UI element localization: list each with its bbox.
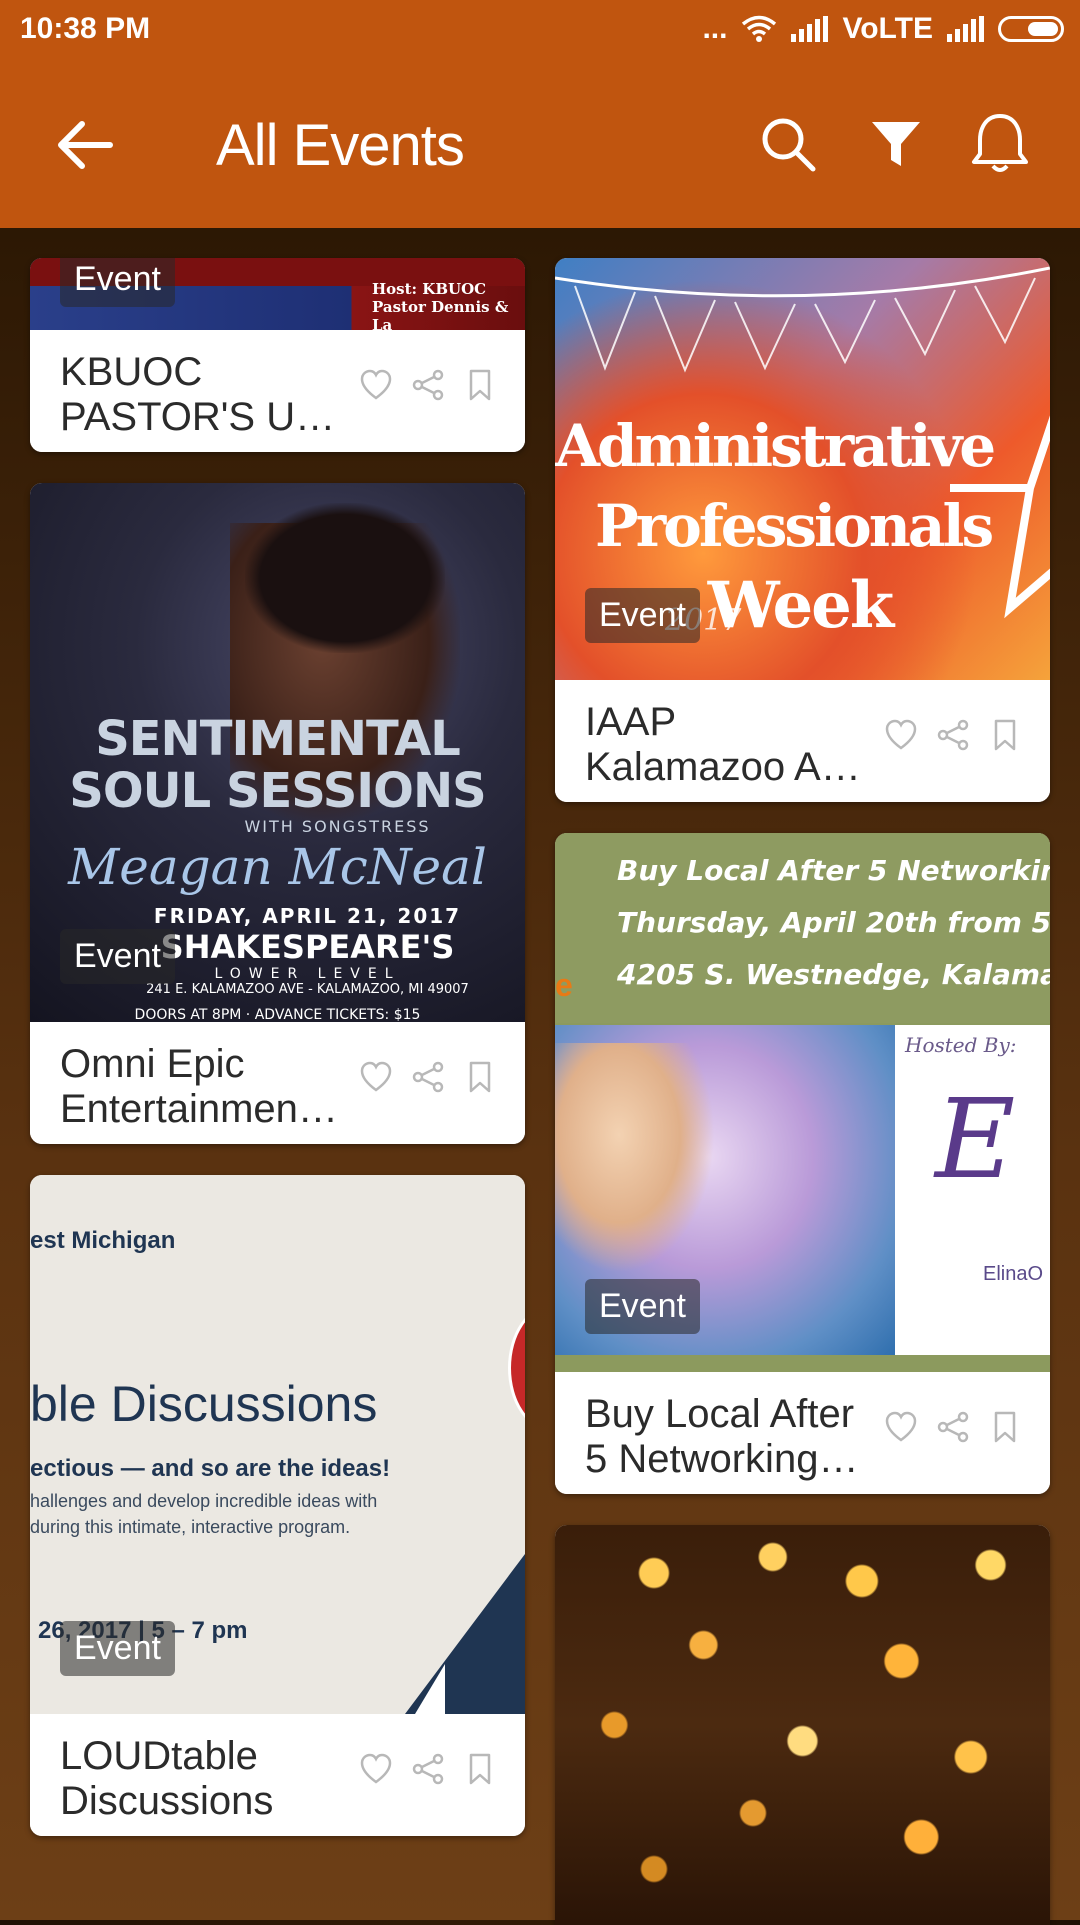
status-bar: 10:38 PM ... VoLTE [0,0,1080,60]
share-icon[interactable] [936,1410,970,1444]
status-icons: ... VoLTE [702,12,1064,46]
poster-text: Buy Local After 5 Networkin [617,854,1050,887]
event-title[interactable]: KBUOC PASTOR'S U… [60,350,360,440]
event-title[interactable]: IAAP Kalamazoo A… [585,700,885,790]
poster-text: 241 E. KALAMAZOO AVE - KALAMAZOO, MI 490… [146,982,469,997]
poster-text: FRIDAY, APRIL 21, 2017 [153,904,462,928]
event-actions [884,718,1022,752]
heart-icon[interactable] [884,1410,918,1444]
poster-text: ble Discussions [30,1376,378,1432]
event-title[interactable]: LOUDtable Discussions [60,1734,360,1824]
bookmark-icon[interactable] [463,1060,497,1094]
share-icon[interactable] [411,368,445,402]
status-time: 10:38 PM [20,12,151,45]
bookmark-icon[interactable] [463,1752,497,1786]
red-circle-accent [508,1305,525,1431]
share-icon[interactable] [936,718,970,752]
olive-strip [555,1355,1050,1372]
event-actions [359,1752,497,1786]
event-title[interactable]: Buy Local After 5 Networking… [585,1392,885,1482]
logo-letter: E [935,1075,1016,1203]
poster-text: Pastor Dennis & La [372,298,509,330]
hair-shape [245,503,445,653]
bookmark-icon[interactable] [988,718,1022,752]
signal-2-icon [947,16,984,42]
event-card[interactable]: Buy Local After 5 Networkin Thursday, Ap… [555,833,1050,1494]
event-card-footer: Omni Epic Entertainmen… [30,1022,525,1144]
network-label: VoLTE [842,12,933,45]
poster-text: Administrative [555,412,996,480]
heart-icon[interactable] [884,718,918,752]
arrow-left-icon[interactable] [52,112,118,178]
event-actions [359,368,497,402]
poster-text: Thursday, April 20th from 5- [617,906,1050,939]
app-bar: All Events [0,60,1080,228]
battery-icon [998,16,1064,42]
poster-text: WITH SONGSTRESS [244,817,431,836]
bell-icon[interactable] [968,110,1032,176]
event-badge: Event [60,1621,175,1676]
heart-icon[interactable] [359,1752,393,1786]
filter-icon[interactable] [866,114,926,174]
event-badge: Event [585,1279,700,1334]
event-poster: Buy Local After 5 Networkin Thursday, Ap… [555,833,1050,1372]
heart-icon[interactable] [359,368,393,402]
poster-text: Professionals [595,492,994,560]
poster-text: Host: KBUOC [372,280,487,298]
poster-text: during this intimate, interactive progra… [30,1517,351,1537]
event-badge: Event [60,929,175,984]
poster-text: SOUL SESSIONS [69,763,486,819]
bookmark-icon[interactable] [988,1410,1022,1444]
event-actions [884,1410,1022,1444]
poster-text: SENTIMENTAL [95,711,461,767]
poster-text: est Michigan [30,1227,176,1254]
event-card[interactable] [555,1525,1050,1925]
corner-shape [405,1554,525,1714]
share-icon[interactable] [411,1060,445,1094]
orange-accent: e [555,967,573,1003]
heart-icon[interactable] [359,1060,393,1094]
poster-text: 4205 S. Westnedge, Kalama [617,958,1050,991]
event-card[interactable]: est Michigan ble Discussions ectious — a… [30,1175,525,1836]
poster-text: ElinaO [983,1263,1044,1285]
event-poster [555,1525,1050,1925]
poster-text: Hosted By: [905,1033,1017,1057]
bookmark-icon[interactable] [463,368,497,402]
wifi-icon [742,15,777,42]
page-title: All Events [216,113,465,178]
event-card-footer: KBUOC PASTOR'S U… [30,330,525,452]
more-dots-icon: ... [702,12,728,45]
poster-text: hallenges and develop incredible ideas w… [30,1491,378,1511]
share-icon[interactable] [411,1752,445,1786]
poster-text: ectious — and so are the ideas! [30,1455,391,1482]
event-card[interactable]: Administrative Professionals Week 2017 E… [555,258,1050,802]
event-title[interactable]: Omni Epic Entertainmen… [60,1042,360,1132]
event-badge: Event [585,588,700,643]
event-card-footer: IAAP Kalamazoo A… [555,680,1050,802]
event-badge: Event [60,258,175,307]
event-poster: SENTIMENTAL SOUL SESSIONS WITH SONGSTRES… [30,483,525,1022]
signal-icon [791,16,829,42]
event-poster: Administrative Professionals Week 2017 E… [555,258,1050,680]
event-card-footer: Buy Local After 5 Networking… [555,1372,1050,1494]
poster-text: Meagan McNeal [68,838,487,896]
event-card[interactable]: Host: KBUOC Pastor Dennis & La Event KBU… [30,258,525,452]
event-card[interactable]: SENTIMENTAL SOUL SESSIONS WITH SONGSTRES… [30,483,525,1144]
person-figure [555,1043,715,1273]
bunting-decoration [555,266,1050,373]
search-icon[interactable] [758,114,818,174]
event-poster: Host: KBUOC Pastor Dennis & La Event [30,258,525,330]
event-poster: est Michigan ble Discussions ectious — a… [30,1175,525,1714]
poster-text: DOORS AT 8PM · ADVANCE TICKETS: $15 [134,1007,421,1022]
event-card-footer: LOUDtable Discussions [30,1714,525,1836]
event-actions [359,1060,497,1094]
